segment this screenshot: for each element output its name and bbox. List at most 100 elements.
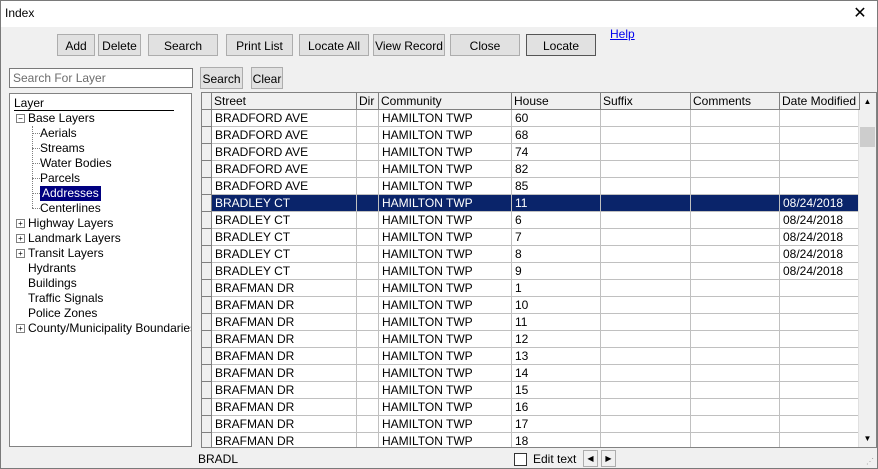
row-header[interactable] <box>202 365 212 382</box>
table-cell[interactable]: 82 <box>512 161 601 178</box>
tree-item[interactable]: Centerlines <box>40 201 101 216</box>
table-cell[interactable] <box>691 144 780 161</box>
row-header[interactable] <box>202 331 212 348</box>
table-cell[interactable]: HAMILTON TWP <box>379 195 512 212</box>
tree-item[interactable]: Base Layers <box>28 111 95 126</box>
view-record-button[interactable]: View Record <box>373 34 445 56</box>
delete-button[interactable]: Delete <box>98 34 141 56</box>
table-cell[interactable] <box>691 229 780 246</box>
row-header[interactable] <box>202 399 212 416</box>
chevron-right-icon[interactable]: ▶ <box>601 450 616 467</box>
table-cell[interactable] <box>357 348 379 365</box>
table-cell[interactable]: 9 <box>512 263 601 280</box>
row-header[interactable] <box>202 382 212 399</box>
table-cell[interactable]: HAMILTON TWP <box>379 331 512 348</box>
search-button[interactable]: Search <box>148 34 218 56</box>
table-cell[interactable] <box>691 246 780 263</box>
edit-text-checkbox[interactable] <box>514 453 527 466</box>
table-cell[interactable]: 08/24/2018 <box>780 195 860 212</box>
table-cell[interactable]: HAMILTON TWP <box>379 399 512 416</box>
table-cell[interactable]: 08/24/2018 <box>780 263 860 280</box>
table-cell[interactable] <box>780 314 860 331</box>
table-cell[interactable] <box>691 297 780 314</box>
tree-item[interactable]: Aerials <box>40 126 77 141</box>
tree-item[interactable]: Buildings <box>28 276 77 291</box>
chevron-left-icon[interactable]: ◀ <box>583 450 598 467</box>
table-cell[interactable] <box>691 178 780 195</box>
table-cell[interactable] <box>601 178 691 195</box>
table-cell[interactable]: BRADLEY CT <box>212 263 357 280</box>
table-cell[interactable]: 11 <box>512 314 601 331</box>
layer-clear-button[interactable]: Clear <box>251 67 283 89</box>
table-cell[interactable]: BRAFMAN DR <box>212 382 357 399</box>
table-cell[interactable] <box>357 280 379 297</box>
table-cell[interactable]: BRAFMAN DR <box>212 348 357 365</box>
expand-icon[interactable]: + <box>16 249 25 258</box>
table-cell[interactable] <box>601 416 691 433</box>
table-cell[interactable]: BRADFORD AVE <box>212 127 357 144</box>
layer-search-button[interactable]: Search <box>200 67 243 89</box>
table-cell[interactable] <box>601 433 691 447</box>
close-icon[interactable]: ✕ <box>843 1 877 27</box>
table-cell[interactable] <box>357 331 379 348</box>
table-cell[interactable]: BRAFMAN DR <box>212 314 357 331</box>
table-cell[interactable] <box>357 212 379 229</box>
table-cell[interactable] <box>601 280 691 297</box>
table-cell[interactable] <box>691 195 780 212</box>
table-cell[interactable]: BRADFORD AVE <box>212 144 357 161</box>
table-cell[interactable] <box>601 161 691 178</box>
table-cell[interactable]: HAMILTON TWP <box>379 178 512 195</box>
table-cell[interactable] <box>780 433 860 447</box>
results-grid[interactable]: BRADFORD AVE HAMILTON TWP 60 BRADFORD AVE HA… <box>201 92 877 448</box>
table-cell[interactable]: BRAFMAN DR <box>212 365 357 382</box>
table-cell[interactable] <box>601 195 691 212</box>
table-cell[interactable] <box>691 433 780 447</box>
row-header[interactable] <box>202 127 212 144</box>
table-cell[interactable] <box>691 161 780 178</box>
row-header[interactable] <box>202 416 212 433</box>
tree-item[interactable]: Landmark Layers <box>28 231 121 246</box>
close-button[interactable]: Close <box>450 34 520 56</box>
table-cell[interactable] <box>601 212 691 229</box>
table-cell[interactable] <box>357 229 379 246</box>
row-header[interactable] <box>202 144 212 161</box>
table-cell[interactable] <box>780 382 860 399</box>
row-header[interactable] <box>202 314 212 331</box>
table-cell[interactable] <box>691 280 780 297</box>
tree-item[interactable]: County/Municipality Boundaries <box>28 321 191 336</box>
table-cell[interactable]: HAMILTON TWP <box>379 348 512 365</box>
table-cell[interactable] <box>780 365 860 382</box>
row-header[interactable] <box>202 263 212 280</box>
vertical-scrollbar[interactable]: ▲ ▼ <box>858 93 876 447</box>
tree-item[interactable]: Police Zones <box>28 306 97 321</box>
tree-item[interactable]: Addresses <box>40 186 101 201</box>
table-cell[interactable] <box>780 144 860 161</box>
table-cell[interactable] <box>601 365 691 382</box>
table-cell[interactable]: 14 <box>512 365 601 382</box>
table-cell[interactable] <box>601 246 691 263</box>
table-cell[interactable] <box>357 314 379 331</box>
collapse-icon[interactable]: − <box>16 114 25 123</box>
table-cell[interactable]: 18 <box>512 433 601 447</box>
table-cell[interactable] <box>780 161 860 178</box>
column-header[interactable]: Community <box>379 93 512 110</box>
table-cell[interactable]: BRAFMAN DR <box>212 399 357 416</box>
table-cell[interactable] <box>601 382 691 399</box>
table-cell[interactable]: 16 <box>512 399 601 416</box>
table-cell[interactable]: 13 <box>512 348 601 365</box>
table-cell[interactable] <box>780 348 860 365</box>
table-cell[interactable] <box>601 263 691 280</box>
table-cell[interactable]: 68 <box>512 127 601 144</box>
row-header[interactable] <box>202 246 212 263</box>
table-cell[interactable] <box>357 195 379 212</box>
table-cell[interactable]: BRADLEY CT <box>212 195 357 212</box>
table-cell[interactable] <box>357 382 379 399</box>
table-cell[interactable] <box>357 297 379 314</box>
table-cell[interactable]: BRAFMAN DR <box>212 331 357 348</box>
table-cell[interactable]: HAMILTON TWP <box>379 263 512 280</box>
table-cell[interactable]: HAMILTON TWP <box>379 246 512 263</box>
table-cell[interactable] <box>601 399 691 416</box>
table-cell[interactable]: BRADLEY CT <box>212 229 357 246</box>
table-cell[interactable]: BRADLEY CT <box>212 246 357 263</box>
table-cell[interactable] <box>601 229 691 246</box>
